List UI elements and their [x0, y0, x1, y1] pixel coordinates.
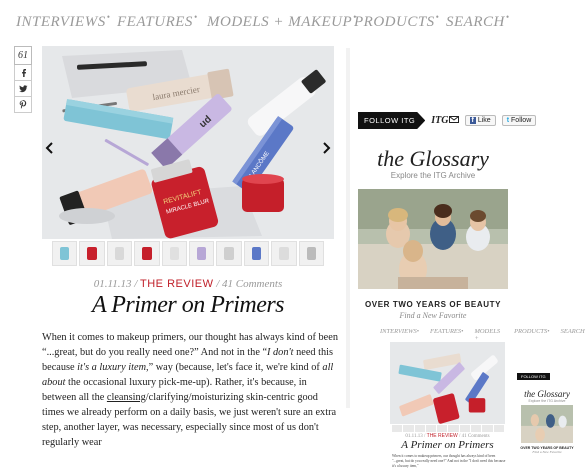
itg-email-link[interactable]: ITG — [431, 115, 459, 126]
facebook-icon: f — [469, 117, 476, 124]
meta-separator: / — [134, 278, 138, 290]
glossary-photo — [358, 189, 508, 289]
mini-makeup-photo — [390, 342, 505, 424]
nav-products[interactable]: PRODUCTS• — [354, 12, 439, 31]
glossary-years-heading: OVER TWO YEARS OF BEAUTY — [364, 300, 502, 309]
post-date: 01.11.13 — [93, 278, 132, 290]
mini-new-favorite: Find a New Favorite — [532, 450, 562, 454]
nav-dot: • — [505, 12, 510, 22]
nav-dot: • — [193, 12, 198, 22]
nav-features-label: FEATURES — [117, 14, 193, 30]
nav-features[interactable]: FEATURES• — [117, 12, 198, 31]
thumbnail-strip — [52, 241, 325, 266]
thumbnail[interactable] — [134, 241, 160, 266]
mini-nav-item: PRODUCTS• — [514, 328, 550, 335]
twitter-follow-button[interactable]: t Follow — [501, 115, 537, 126]
mini-glossary-photo — [521, 405, 573, 443]
thumbnail[interactable] — [161, 241, 188, 266]
facebook-icon — [21, 69, 26, 77]
share-bar: 61 — [14, 46, 32, 113]
facebook-share-button[interactable] — [14, 65, 32, 81]
twitter-icon — [18, 84, 27, 92]
thumbnail[interactable] — [189, 241, 215, 266]
nav-interviews[interactable]: INTERVIEWS• — [16, 12, 110, 31]
mini-nav-item: SEARCH• — [560, 328, 585, 335]
mini-hero-image — [390, 342, 505, 424]
mini-sidebar: FOLLOW ITG the Glossary Explore the ITG … — [517, 365, 577, 454]
thumbnail[interactable] — [243, 241, 270, 266]
social-bar: FOLLOW ITG ITG f Like t Follow — [358, 112, 537, 129]
facebook-like-button[interactable]: f Like — [464, 115, 496, 126]
post-meta: 01.11.13 / THE REVIEW / 41 Comments — [0, 278, 376, 290]
follow-itg-label: FOLLOW ITG — [358, 112, 426, 129]
mini-post-body: When it comes to makeup primers, our tho… — [392, 454, 506, 468]
nav-interviews-label: INTERVIEWS — [16, 14, 106, 30]
hero-image[interactable]: laura mercier ud LANCÔME REVITALIFT MIRA… — [42, 46, 334, 239]
nav-dot: • — [435, 12, 440, 22]
twitter-icon: t — [506, 117, 510, 124]
mini-glossary-subtitle: Explore the ITG Archive — [528, 399, 566, 403]
thumbnail[interactable] — [52, 241, 78, 266]
thumbnail[interactable] — [216, 241, 242, 266]
thumbnail[interactable] — [271, 241, 297, 266]
makeup-primers-photo: laura mercier ud LANCÔME REVITALIFT MIRA… — [42, 46, 334, 239]
itg-mini-logo: ITG — [431, 115, 449, 126]
pinterest-icon — [19, 100, 27, 109]
top-nav: INTERVIEWS• FEATURES• MODELS + MAKEUP• P… — [0, 0, 585, 42]
nav-search-label: SEARCH — [446, 14, 505, 30]
glossary-image[interactable] — [358, 189, 508, 289]
mini-glossary-title: the Glossary — [524, 389, 570, 399]
nav-dot: • — [106, 12, 111, 22]
glossary-title[interactable]: the Glossary — [358, 146, 508, 172]
email-icon — [448, 116, 459, 123]
previous-image-arrow-icon[interactable] — [45, 142, 55, 154]
post-body: When it comes to makeup primers, our tho… — [42, 330, 338, 450]
post-title: A Primer on Primers — [91, 292, 285, 318]
body-text: ” way (because, let's face it, we're kin… — [148, 362, 323, 373]
glossary-subtitle[interactable]: Explore the ITG Archive — [358, 171, 508, 180]
share-count: 61 — [14, 46, 32, 65]
meta-separator: / — [216, 278, 220, 290]
thumbnail[interactable] — [79, 241, 105, 266]
body-emphasis: it's a luxury item, — [77, 362, 149, 373]
nav-products-label: PRODUCTS — [354, 14, 435, 30]
scrollbar[interactable] — [346, 48, 350, 408]
body-emphasis: I don't — [267, 347, 294, 358]
cleansing-link[interactable]: cleansing — [107, 392, 146, 403]
twitter-share-button[interactable] — [14, 81, 32, 97]
nav-models-makeup[interactable]: MODELS + MAKEUP• — [207, 12, 357, 31]
mini-thumbnail-strip — [392, 425, 504, 432]
nav-models-makeup-label: MODELS + MAKEUP — [207, 14, 353, 30]
find-favorite-link[interactable]: Find a New Favorite — [358, 311, 508, 320]
comments-link[interactable]: 41 Comments — [222, 278, 282, 290]
mini-glossary-image — [521, 405, 573, 443]
mini-follow-label: FOLLOW ITG — [517, 373, 550, 380]
twitter-follow-label: Follow — [511, 117, 532, 124]
thumbnail[interactable] — [298, 241, 325, 266]
pinterest-share-button[interactable] — [14, 97, 32, 113]
post-category-link[interactable]: THE REVIEW — [140, 278, 213, 290]
nav-search[interactable]: SEARCH• — [446, 12, 509, 31]
next-image-arrow-icon[interactable] — [321, 142, 331, 154]
thumbnail[interactable] — [106, 241, 133, 266]
facebook-like-label: Like — [477, 117, 491, 124]
mini-post-title: A Primer on Primers — [401, 439, 494, 451]
